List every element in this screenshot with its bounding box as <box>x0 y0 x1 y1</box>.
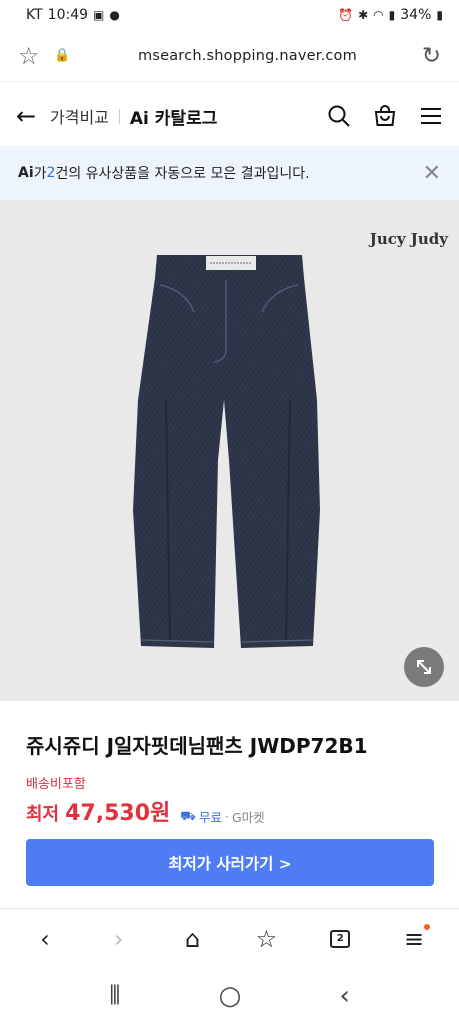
lowest-price-value: 47,530원 <box>65 801 171 826</box>
bookmarks-icon[interactable]: ☆ <box>244 917 288 961</box>
url-field[interactable]: msearch.shopping.naver.com <box>84 48 411 64</box>
tabs-button[interactable]: 2 <box>318 917 362 961</box>
ai-summary-banner: Ai 가 2 건의 유사상품을 자동으로 모은 결과입니다. ✕ <box>0 146 459 200</box>
price-compare-link[interactable]: 가격비교 <box>50 104 109 128</box>
shopping-bag-icon[interactable] <box>373 104 397 128</box>
meta-dot: · <box>225 809 229 824</box>
ai-banner-text: 건의 유사상품을 자동으로 모은 결과입니다. <box>55 166 310 182</box>
delivery-truck-icon: ⛟ <box>180 808 196 823</box>
tabs-count: 2 <box>330 929 351 948</box>
browser-toolbar: ‹ › ⌂ ☆ 2 ≡ <box>0 908 459 968</box>
battery-icon: ▮ <box>436 8 443 22</box>
free-shipping-label: 무료 <box>199 810 223 825</box>
product-image[interactable]: Jucy Judy <box>0 200 459 701</box>
price-row: 최저 47,530원 ⛟ 무료 · G마켓 <box>26 795 265 827</box>
back-arrow-icon[interactable]: ← <box>16 102 50 130</box>
notification-dot <box>424 923 431 930</box>
site-header: ← 가격비교 Ai 카탈로그 <box>0 88 459 144</box>
status-left: KT 10:49 ▣ ● <box>26 7 120 23</box>
browser-menu-icon[interactable]: ≡ <box>392 917 436 961</box>
ai-banner-prefix: 가 <box>33 166 47 182</box>
buy-lowest-price-button[interactable]: 최저가 사러가기 > <box>26 839 434 886</box>
price-meta: ⛟ 무료 · G마켓 <box>180 807 264 826</box>
clock: 10:49 <box>47 7 89 23</box>
lowest-price-label: 최저 <box>26 804 60 825</box>
header-icons <box>327 104 443 128</box>
home-icon[interactable]: ⌂ <box>171 917 215 961</box>
jeans-illustration <box>133 255 320 648</box>
bluetooth-icon: ✱ <box>358 8 369 22</box>
shipping-included-label: 배송비포함 <box>26 777 86 792</box>
system-back-icon[interactable]: ‹ <box>339 981 349 1011</box>
ai-logo: Ai <box>18 165 34 181</box>
zoom-expand-button[interactable] <box>404 647 444 687</box>
browser-back-icon[interactable]: ‹ <box>23 917 67 961</box>
lock-icon[interactable]: 🔒 <box>54 48 84 63</box>
expand-icon <box>417 660 431 674</box>
chat-notification-icon: ● <box>109 8 120 22</box>
close-icon[interactable]: ✕ <box>423 161 441 186</box>
home-circle-icon[interactable]: ○ <box>219 981 242 1011</box>
carrier-label: KT <box>26 7 43 23</box>
wifi-icon: ◠ <box>373 8 384 22</box>
system-navigation: ⦀ ○ ‹ <box>0 968 459 1024</box>
alarm-icon: ⏰ <box>338 8 354 22</box>
menu-icon[interactable] <box>419 104 443 128</box>
catalog-title: Ai 카탈로그 <box>129 108 218 129</box>
header-divider <box>118 108 120 124</box>
search-icon[interactable] <box>327 104 351 128</box>
battery-level: 34% <box>400 7 432 23</box>
reload-icon[interactable]: ↻ <box>411 43 441 69</box>
url-bar: ☆ 🔒 msearch.shopping.naver.com ↻ <box>0 30 459 82</box>
bookmark-star-icon[interactable]: ☆ <box>18 42 54 70</box>
signal-icon: ▮ <box>388 8 396 22</box>
similar-count: 2 <box>46 165 56 181</box>
gallery-notification-icon: ▣ <box>93 8 105 22</box>
browser-forward-icon[interactable]: › <box>97 917 141 961</box>
recent-apps-icon[interactable]: ⦀ <box>109 981 120 1012</box>
status-right: ⏰ ✱ ◠ ▮ 34% ▮ <box>338 7 443 23</box>
seller-name: G마켓 <box>232 810 265 825</box>
product-title: 쥬시쥬디 J일자핏데님팬츠 JWDP72B1 <box>26 734 368 758</box>
status-bar: KT 10:49 ▣ ● ⏰ ✱ ◠ ▮ 34% ▮ <box>0 0 459 30</box>
